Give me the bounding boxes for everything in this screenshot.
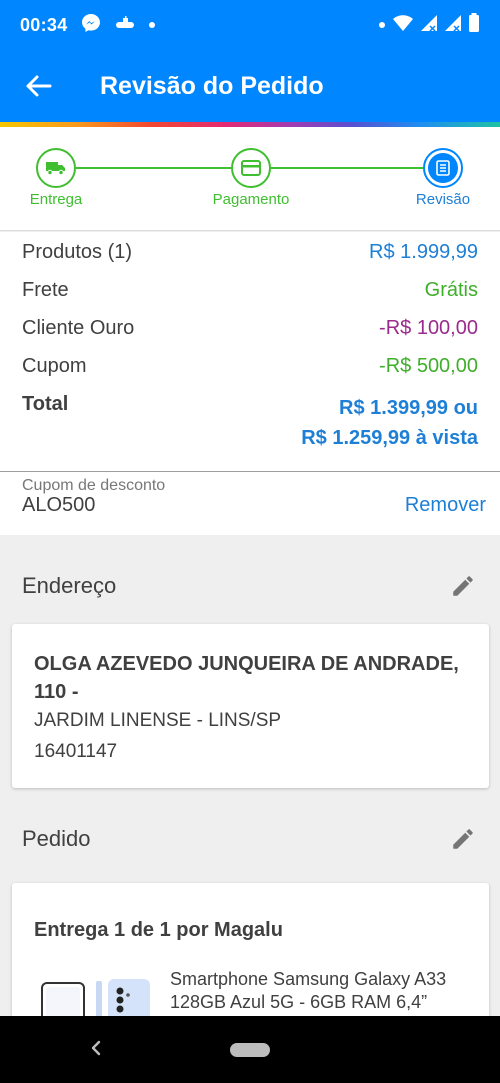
total-cash: R$ 1.259,99 à vista bbox=[301, 427, 478, 449]
gold-label: Cliente Ouro bbox=[22, 317, 135, 339]
total-value: R$ 1.399,99 ou R$ 1.259,99 à vista bbox=[301, 393, 478, 453]
card-icon bbox=[241, 160, 261, 176]
address-street: OLGA AZEVEDO JUNQUEIRA DE ANDRADE, 110 - bbox=[34, 653, 459, 703]
page-title: Revisão do Pedido bbox=[100, 71, 324, 100]
document-icon bbox=[436, 160, 450, 176]
coupon-field: Cupom de desconto ALO500 Remover bbox=[0, 471, 500, 535]
step-label-pagamento: Pagamento bbox=[212, 191, 290, 208]
step-revisao[interactable] bbox=[423, 148, 463, 188]
order-section-header: Pedido bbox=[0, 809, 500, 869]
summary-row-coupon: Cupom -R$ 500,00 bbox=[22, 355, 478, 378]
address-zip: 16401147 bbox=[34, 741, 118, 762]
dot-icon bbox=[148, 16, 156, 34]
messenger-icon bbox=[80, 12, 102, 39]
gold-value: -R$ 100,00 bbox=[379, 317, 478, 339]
address-district: JARDIM LINENSE - LINS/SP bbox=[34, 710, 282, 731]
checkout-stepper: Entrega Pagamento Revisão bbox=[0, 127, 500, 231]
product-name[interactable]: Smartphone Samsung Galaxy A33 128GB Azul… bbox=[170, 968, 469, 1014]
back-button[interactable] bbox=[0, 50, 78, 122]
coupon-summary-value: -R$ 500,00 bbox=[379, 355, 478, 377]
edit-address-button[interactable] bbox=[448, 571, 478, 601]
coupon-code: ALO500 bbox=[22, 494, 96, 516]
summary-row-products: Produtos (1) R$ 1.999,99 bbox=[22, 241, 478, 264]
remove-coupon-button[interactable]: Remover bbox=[405, 494, 486, 517]
signal-icon bbox=[444, 14, 462, 37]
coupon-summary-label: Cupom bbox=[22, 355, 87, 377]
products-value: R$ 1.999,99 bbox=[369, 241, 478, 263]
total-label: Total bbox=[22, 393, 69, 415]
summary-row-total: Total R$ 1.399,99 ou R$ 1.259,99 à vista bbox=[22, 393, 478, 453]
summary-row-gold: Cliente Ouro -R$ 100,00 bbox=[22, 317, 478, 340]
shipping-value: Grátis bbox=[424, 279, 478, 301]
address-card[interactable]: OLGA AZEVEDO JUNQUEIRA DE ANDRADE, 110 -… bbox=[12, 624, 489, 788]
address-section-title: Endereço bbox=[22, 573, 117, 598]
system-nav-bar bbox=[0, 1016, 500, 1083]
app-bar: Revisão do Pedido bbox=[0, 50, 500, 122]
nav-home-pill[interactable] bbox=[230, 1043, 270, 1057]
step-pagamento[interactable] bbox=[231, 148, 271, 188]
summary-row-shipping: Frete Grátis bbox=[22, 279, 478, 302]
order-section-title: Pedido bbox=[22, 826, 91, 851]
order-card: Entrega 1 de 1 por Magalu Smartphone Sam… bbox=[12, 883, 489, 1039]
step-connector bbox=[76, 167, 231, 169]
battery-icon bbox=[468, 12, 480, 38]
edit-order-button[interactable] bbox=[448, 824, 478, 854]
step-label-entrega: Entrega bbox=[29, 191, 83, 208]
dot-icon bbox=[378, 16, 386, 34]
pencil-icon bbox=[453, 576, 473, 596]
step-entrega[interactable] bbox=[36, 148, 76, 188]
total-installments: R$ 1.399,99 ou bbox=[339, 397, 478, 419]
products-label: Produtos (1) bbox=[22, 241, 133, 263]
order-summary: Produtos (1) R$ 1.999,99 Frete Grátis Cl… bbox=[0, 232, 500, 471]
delivery-title: Entrega 1 de 1 por Magalu bbox=[34, 919, 283, 941]
submarine-icon bbox=[114, 15, 136, 35]
step-connector bbox=[271, 167, 423, 169]
arrow-left-icon bbox=[26, 75, 52, 97]
coupon-field-label: Cupom de desconto bbox=[22, 477, 166, 494]
shipping-label: Frete bbox=[22, 279, 69, 301]
nav-back-icon[interactable] bbox=[84, 1036, 108, 1060]
status-bar: 00:34 bbox=[0, 0, 500, 50]
step-label-revisao: Revisão bbox=[415, 191, 471, 208]
status-time: 00:34 bbox=[20, 14, 68, 35]
truck-icon bbox=[46, 162, 65, 176]
address-section-header: Endereço bbox=[0, 556, 500, 616]
signal-icon bbox=[420, 14, 438, 37]
wifi-icon bbox=[392, 14, 414, 37]
pencil-icon bbox=[453, 829, 473, 849]
